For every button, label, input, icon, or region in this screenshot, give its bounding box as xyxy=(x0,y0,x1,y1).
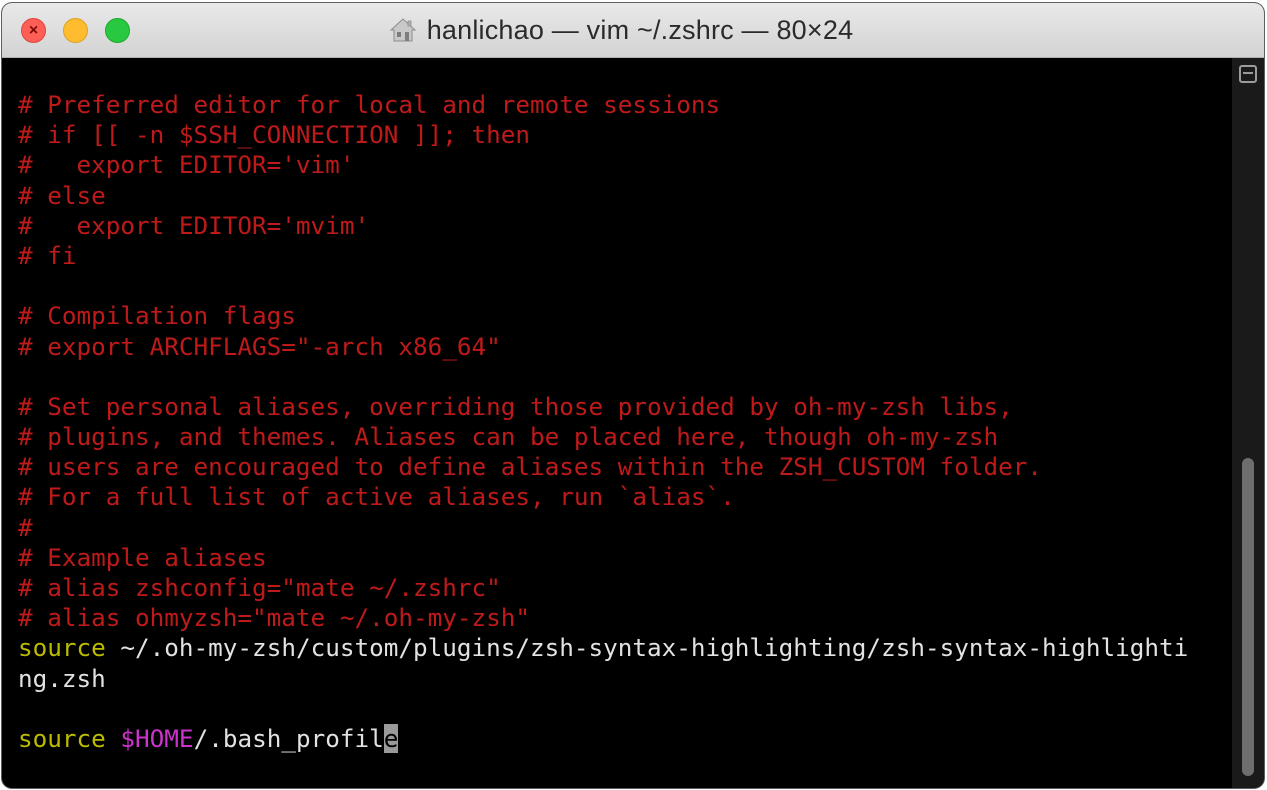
terminal-text: /.bash_profil xyxy=(193,723,384,753)
terminal-line: # else xyxy=(18,181,1188,211)
terminal-text: # Set personal aliases, overriding those… xyxy=(18,391,1013,421)
terminal-text: # export EDITOR='vim' xyxy=(18,150,355,180)
terminal-text: ng.zsh xyxy=(18,663,106,693)
terminal-line: # fi xyxy=(18,241,1188,271)
terminal-text: # alias zshconfig="mate ~/.zshrc" xyxy=(18,573,501,602)
terminal-text: source xyxy=(18,723,106,753)
terminal-text: # Example aliases xyxy=(18,542,267,572)
terminal-text: # export EDITOR='mvim' xyxy=(18,210,370,240)
scrollbar-thumb[interactable] xyxy=(1242,457,1254,776)
terminal-text: source xyxy=(18,633,106,663)
terminal-text: # if [[ -n $SSH_CONNECTION ]]; then xyxy=(18,120,530,150)
terminal-line: # alias zshconfig="mate ~/.zshrc" xyxy=(18,573,1188,603)
terminal-text: # fi xyxy=(18,240,77,270)
split-pane-icon[interactable] xyxy=(1239,65,1257,83)
terminal-text: # plugins, and themes. Aliases can be pl… xyxy=(18,422,999,452)
terminal-line: # For a full list of active aliases, run… xyxy=(18,482,1188,512)
terminal-line: # Example aliases xyxy=(18,543,1188,573)
terminal-content[interactable]: # Preferred editor for local and remote … xyxy=(12,58,1224,785)
window-title-area: hanlichao — vim ~/.zshrc — 80×24 xyxy=(2,3,1264,57)
vim-buffer[interactable]: # Preferred editor for local and remote … xyxy=(18,90,1188,754)
terminal-text: ~/.oh-my-zsh/custom/plugins/zsh-syntax-h… xyxy=(105,633,1189,663)
terminal-line: # if [[ -n $SSH_CONNECTION ]]; then xyxy=(18,120,1188,150)
scrollbar-track[interactable] xyxy=(1232,58,1264,788)
terminal-line: # users are encouraged to define aliases… xyxy=(18,452,1188,482)
terminal-window: × hanlichao — vim ~/.zshrc — 80×24 # Pre… xyxy=(2,3,1264,788)
terminal-text: # Preferred editor for local and remote … xyxy=(18,90,721,119)
terminal-line: ng.zsh xyxy=(18,664,1188,694)
terminal-line: # alias ohmyzsh="mate ~/.oh-my-zsh" xyxy=(18,603,1188,633)
terminal-text: # alias ohmyzsh="mate ~/.oh-my-zsh" xyxy=(18,603,530,633)
text-cursor: e xyxy=(383,723,399,753)
terminal-line: # export ARCHFLAGS="-arch x86_64" xyxy=(18,332,1188,362)
terminal-text: # else xyxy=(18,180,106,210)
terminal-text: # users are encouraged to define aliases… xyxy=(18,452,1042,482)
terminal-line: # export EDITOR='vim' xyxy=(18,150,1188,180)
terminal-line: # Compilation flags xyxy=(18,301,1188,331)
terminal-text: # xyxy=(18,512,33,542)
terminal-line: source ~/.oh-my-zsh/custom/plugins/zsh-s… xyxy=(18,633,1188,663)
window-title: hanlichao — vim ~/.zshrc — 80×24 xyxy=(426,14,854,45)
terminal-line: # Preferred editor for local and remote … xyxy=(18,90,1188,120)
terminal-line: # plugins, and themes. Aliases can be pl… xyxy=(18,422,1188,452)
terminal-line: # export EDITOR='mvim' xyxy=(18,211,1188,241)
terminal-line: # Set personal aliases, overriding those… xyxy=(18,392,1188,422)
title-bar[interactable]: × hanlichao — vim ~/.zshrc — 80×24 xyxy=(2,3,1264,58)
terminal-line: source $HOME/.bash_profile xyxy=(18,723,1188,754)
terminal-text: # export ARCHFLAGS="-arch x86_64" xyxy=(18,331,501,361)
terminal-text: $HOME xyxy=(120,723,194,753)
terminal-text: # Compilation flags xyxy=(18,301,296,331)
terminal-line: # xyxy=(18,513,1188,543)
terminal-text: # For a full list of active aliases, run… xyxy=(18,482,735,512)
home-folder-icon xyxy=(389,18,416,42)
